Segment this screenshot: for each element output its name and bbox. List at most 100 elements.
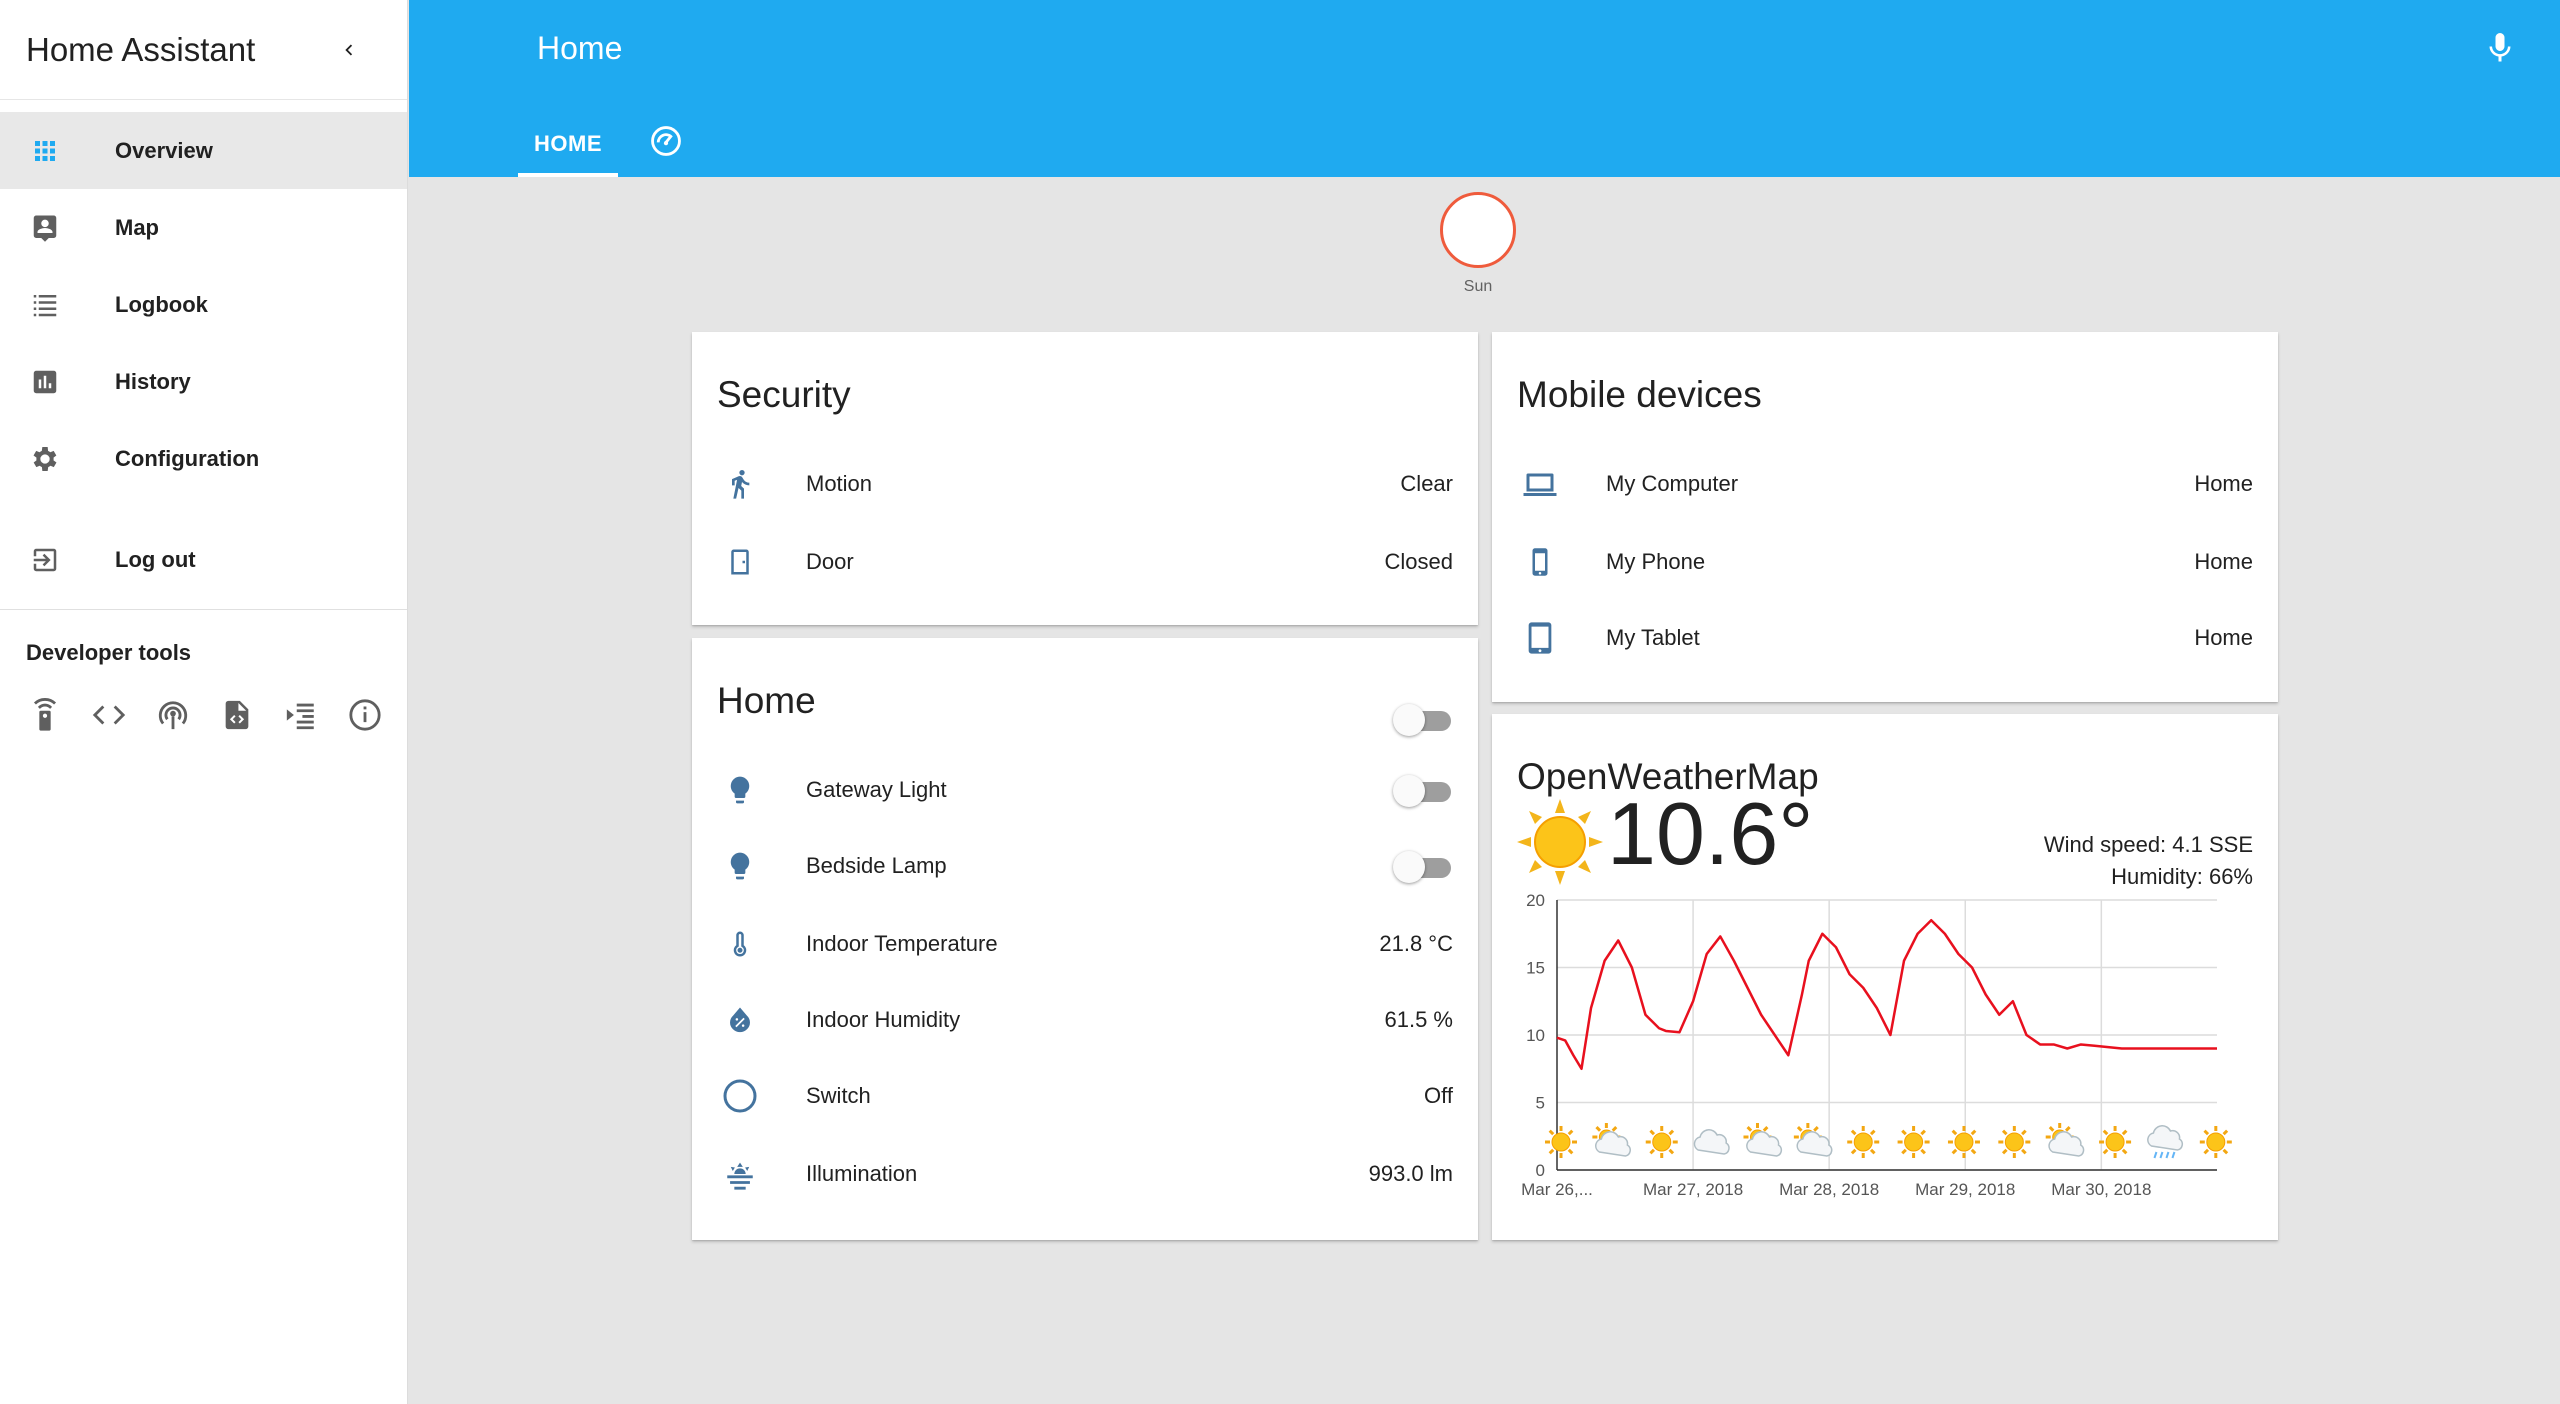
snowy-rainy-icon-part <box>2165 1151 2170 1159</box>
sunny-icon-part <box>1649 1129 1656 1136</box>
sidebar-nav: Overview Map Logbook History Configurati… <box>0 100 407 598</box>
sunny-icon-part <box>2222 1129 2229 1136</box>
info-icon[interactable] <box>346 696 383 733</box>
entity-row-gateway-light[interactable]: Gateway Light <box>692 760 1478 820</box>
badge-label: Sun <box>1463 278 1493 295</box>
weather-wind: Wind speed: 4.1 SSE <box>2043 832 2253 857</box>
sunny-icon-part <box>1850 1129 1857 1136</box>
template-icon[interactable] <box>282 696 319 733</box>
sunny-icon-part <box>1649 1148 1656 1155</box>
snowy-rainy-icon <box>2147 1125 2184 1159</box>
sunny-icon-part <box>1869 1129 1876 1136</box>
entity-row-indoor-humidity[interactable]: Indoor Humidity 61.5 % <box>692 990 1478 1050</box>
entity-name: My Phone <box>1606 549 1706 574</box>
sunny-icon <box>1897 1126 1930 1158</box>
sun-badge[interactable]: Sun <box>1438 192 1518 296</box>
sunny-icon-part <box>2004 1132 2024 1152</box>
weather-card[interactable]: OpenWeatherMap 10.6° Wind speed: 4.1 SSE… <box>1492 714 2278 1240</box>
entity-state: 993.0 lm <box>1368 1161 1453 1186</box>
tab-home[interactable]: HOME <box>518 110 618 177</box>
code-icon[interactable] <box>90 696 127 733</box>
entity-row-switch[interactable]: Switch Off <box>692 1066 1478 1126</box>
sunny-icon-part <box>1548 1129 1555 1136</box>
sidebar-item-logbook[interactable]: Logbook <box>0 266 407 343</box>
sunny-icon-part <box>2121 1148 2128 1155</box>
sunny-icon-part <box>2203 1129 2210 1136</box>
chevron-left-icon <box>345 44 353 56</box>
entity-row-indoor-temperature[interactable]: Indoor Temperature 21.8 °C <box>692 914 1478 974</box>
security-card: Security Motion Clear Door Closed <box>692 332 1478 625</box>
entity-state: Home <box>2194 625 2253 650</box>
sunny-icon-part <box>1668 1129 1675 1136</box>
card-title: Security <box>717 374 851 415</box>
sunny-icon-part <box>2001 1148 2008 1155</box>
entity-name: Motion <box>806 471 873 496</box>
entity-row-bedside-lamp[interactable]: Bedside Lamp <box>692 836 1478 896</box>
y-tick-label: 20 <box>1526 891 1545 910</box>
entity-row-door[interactable]: Door Closed <box>692 532 1478 592</box>
sunny-icon <box>2199 1126 2232 1158</box>
sunny-icon <box>1517 799 1603 885</box>
entity-name: My Computer <box>1606 471 1739 496</box>
sunny-icon-part <box>1920 1129 1926 1136</box>
group-toggle[interactable] <box>1393 702 1453 736</box>
y-tick-label: 10 <box>1526 1026 1545 1045</box>
sunny-icon-part <box>2001 1129 2008 1136</box>
entity-name: Indoor Temperature <box>806 931 998 956</box>
entity-row-my-phone[interactable]: My Phone Home <box>1492 532 2278 592</box>
sunny-icon <box>1947 1126 1980 1158</box>
partly-cloudy-icon <box>1592 1123 1631 1157</box>
sunny-icon-part <box>1951 1148 1958 1155</box>
sunny-icon-part <box>1970 1148 1977 1155</box>
partly-cloudy-icon <box>1743 1123 1783 1157</box>
temperature-series-line <box>1556 919 2217 1070</box>
sidebar-item-configuration[interactable]: Configuration <box>0 420 407 497</box>
sidebar-item-overview[interactable]: Overview <box>0 112 407 189</box>
sunny-icon <box>1545 1126 1577 1158</box>
partly-cloudy-icon-part <box>1746 1126 1753 1132</box>
entity-name: Door <box>806 549 854 574</box>
partly-cloudy-icon-part <box>1595 1126 1602 1132</box>
entity-state: Off <box>1424 1083 1453 1108</box>
x-tick-label: Mar 29, 2018 <box>1915 1180 2015 1199</box>
entity-state: 21.8 °C <box>1379 931 1453 956</box>
partly-cloudy-icon-part <box>1796 1126 1803 1132</box>
sidebar-item-map[interactable]: Map <box>0 189 407 266</box>
door-icon <box>720 542 760 582</box>
remote-icon[interactable] <box>26 696 63 733</box>
sunny-icon <box>1847 1126 1880 1158</box>
entity-toggle[interactable] <box>1393 849 1453 883</box>
sidebar-item-history[interactable]: History <box>0 343 407 420</box>
card-title: Home <box>717 680 816 721</box>
entity-row-motion[interactable]: Motion Clear <box>692 454 1478 514</box>
app-title: Home Assistant <box>26 30 256 68</box>
sunny-icon-part <box>1904 1132 1924 1152</box>
snowy-rainy-icon-part <box>2159 1151 2164 1159</box>
entity-row-my-computer[interactable]: My Computer Home <box>1492 454 2278 514</box>
partly-cloudy-icon-part <box>2065 1126 2071 1132</box>
entity-row-illumination[interactable]: Illumination 993.0 lm <box>692 1144 1478 1204</box>
entity-toggle[interactable] <box>1393 773 1453 807</box>
file-code-icon[interactable] <box>218 696 255 733</box>
home-card: Home Gateway Light Bedside Lamp Indoor T… <box>692 638 1478 1240</box>
broadcast-icon[interactable] <box>154 696 191 733</box>
collapse-sidebar-button[interactable] <box>331 32 367 68</box>
partly-cloudy-icon-part <box>1813 1126 1819 1132</box>
water-percent-icon <box>720 1000 760 1040</box>
tab-dashboard[interactable] <box>636 110 696 177</box>
x-tick-label: Mar 26,... <box>1521 1180 1593 1199</box>
partly-cloudy-icon <box>1793 1123 1833 1157</box>
sidebar-item-logout[interactable]: Log out <box>0 521 407 598</box>
tablet-icon <box>1520 618 1560 658</box>
sunny-icon-part <box>1567 1129 1574 1136</box>
sunny-icon <box>1645 1126 1678 1158</box>
microphone-icon[interactable] <box>2482 30 2518 66</box>
phone-icon <box>1520 542 1560 582</box>
sunny-icon-part <box>2121 1129 2128 1136</box>
x-tick-label: Mar 27, 2018 <box>1643 1180 1743 1199</box>
bulb-icon <box>720 846 760 886</box>
card-title: Mobile devices <box>1517 374 1762 415</box>
entity-row-my-tablet[interactable]: My Tablet Home <box>1492 608 2278 668</box>
sunny-icon-part <box>1869 1148 1876 1155</box>
entity-state: Closed <box>1384 549 1453 574</box>
